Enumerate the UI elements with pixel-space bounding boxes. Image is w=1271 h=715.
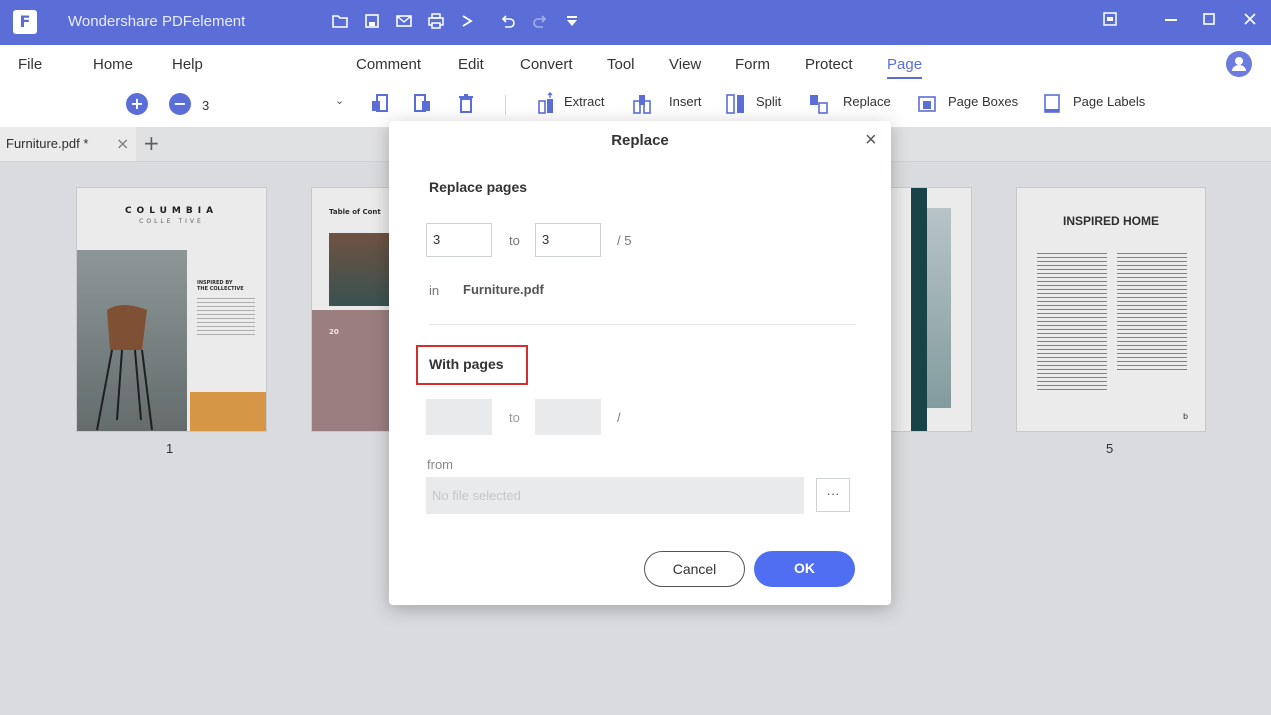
with-to-page-input[interactable] <box>535 399 601 435</box>
split-button[interactable]: Split <box>756 94 781 109</box>
page-boxes-button[interactable]: Page Boxes <box>948 94 1018 109</box>
in-label: in <box>429 283 440 298</box>
menu-edit[interactable]: Edit <box>458 56 484 73</box>
menu-protect[interactable]: Protect <box>805 56 853 73</box>
insert-icon[interactable] <box>632 91 654 117</box>
insert-button[interactable]: Insert <box>669 94 702 109</box>
app-title: Wondershare PDFelement <box>68 13 246 30</box>
rotate-right-icon[interactable] <box>411 91 433 117</box>
menu-file[interactable]: File <box>18 56 42 73</box>
menu-home[interactable]: Home <box>93 56 133 73</box>
extract-icon[interactable] <box>537 91 559 117</box>
replace-to-page-input[interactable]: 3 <box>535 223 601 257</box>
delete-page-icon[interactable] <box>455 91 477 117</box>
with-total-pages: / <box>617 410 621 425</box>
close-dialog-icon[interactable]: × <box>865 129 877 152</box>
page-labels-icon[interactable] <box>1042 91 1064 117</box>
replace-pages-heading: Replace pages <box>429 179 528 195</box>
replace-icon[interactable] <box>808 91 830 117</box>
folder-icon[interactable] <box>330 12 350 32</box>
feedback-icon[interactable] <box>1098 10 1122 34</box>
split-icon[interactable] <box>725 91 747 117</box>
menu-view[interactable]: View <box>669 56 701 73</box>
zoom-input[interactable] <box>200 92 354 118</box>
close-window-icon[interactable] <box>1238 10 1262 34</box>
file-path-field[interactable]: No file selected <box>426 477 804 514</box>
rotate-left-icon[interactable] <box>369 91 391 117</box>
share-icon[interactable] <box>458 12 478 32</box>
replace-button[interactable]: Replace <box>843 94 891 109</box>
user-avatar[interactable] <box>1226 51 1252 77</box>
toolbar-divider <box>505 95 506 115</box>
source-file-name: Furniture.pdf <box>463 282 544 297</box>
menu-comment[interactable]: Comment <box>356 56 421 73</box>
undo-icon[interactable] <box>498 12 518 32</box>
page-boxes-icon[interactable] <box>916 91 938 117</box>
section-divider <box>429 324 856 325</box>
menu-bar: File Home Help Comment Edit Convert Tool… <box>0 45 1271 85</box>
with-from-page-input[interactable] <box>426 399 492 435</box>
cancel-button[interactable]: Cancel <box>644 551 745 587</box>
redo-icon[interactable] <box>530 12 550 32</box>
zoom-in-icon[interactable]: + <box>126 93 148 115</box>
print-icon[interactable] <box>426 12 446 32</box>
ok-button[interactable]: OK <box>754 551 855 587</box>
extract-button[interactable]: Extract <box>564 94 604 109</box>
replace-dialog: Replace × Replace pages 3 to 3 / 5 in Fu… <box>389 121 891 605</box>
zoom-out-icon[interactable]: − <box>169 93 191 115</box>
menu-help[interactable]: Help <box>172 56 203 73</box>
title-bar: F Wondershare PDFelement <box>0 0 1271 45</box>
chevron-down-icon[interactable]: ⌄ <box>335 94 344 107</box>
replace-from-page-input[interactable]: 3 <box>426 223 492 257</box>
menu-page[interactable]: Page <box>887 56 923 79</box>
page-labels-button[interactable]: Page Labels <box>1073 94 1145 109</box>
from-label: from <box>427 457 453 472</box>
app-logo: F <box>13 10 37 34</box>
browse-file-button[interactable]: ··· <box>816 478 850 512</box>
with-to-label: to <box>509 410 520 425</box>
maximize-icon[interactable] <box>1197 10 1221 34</box>
replace-total-pages: / 5 <box>617 233 632 248</box>
menu-form[interactable]: Form <box>735 56 770 73</box>
menu-convert[interactable]: Convert <box>520 56 573 73</box>
with-pages-heading: With pages <box>429 356 504 372</box>
dialog-title: Replace <box>611 132 669 149</box>
replace-to-label: to <box>509 233 520 248</box>
minimize-icon[interactable] <box>1159 10 1183 34</box>
save-icon[interactable] <box>362 12 382 32</box>
menu-tool[interactable]: Tool <box>607 56 635 73</box>
mail-icon[interactable] <box>394 12 414 32</box>
quick-access-dropdown-icon[interactable] <box>562 12 582 32</box>
